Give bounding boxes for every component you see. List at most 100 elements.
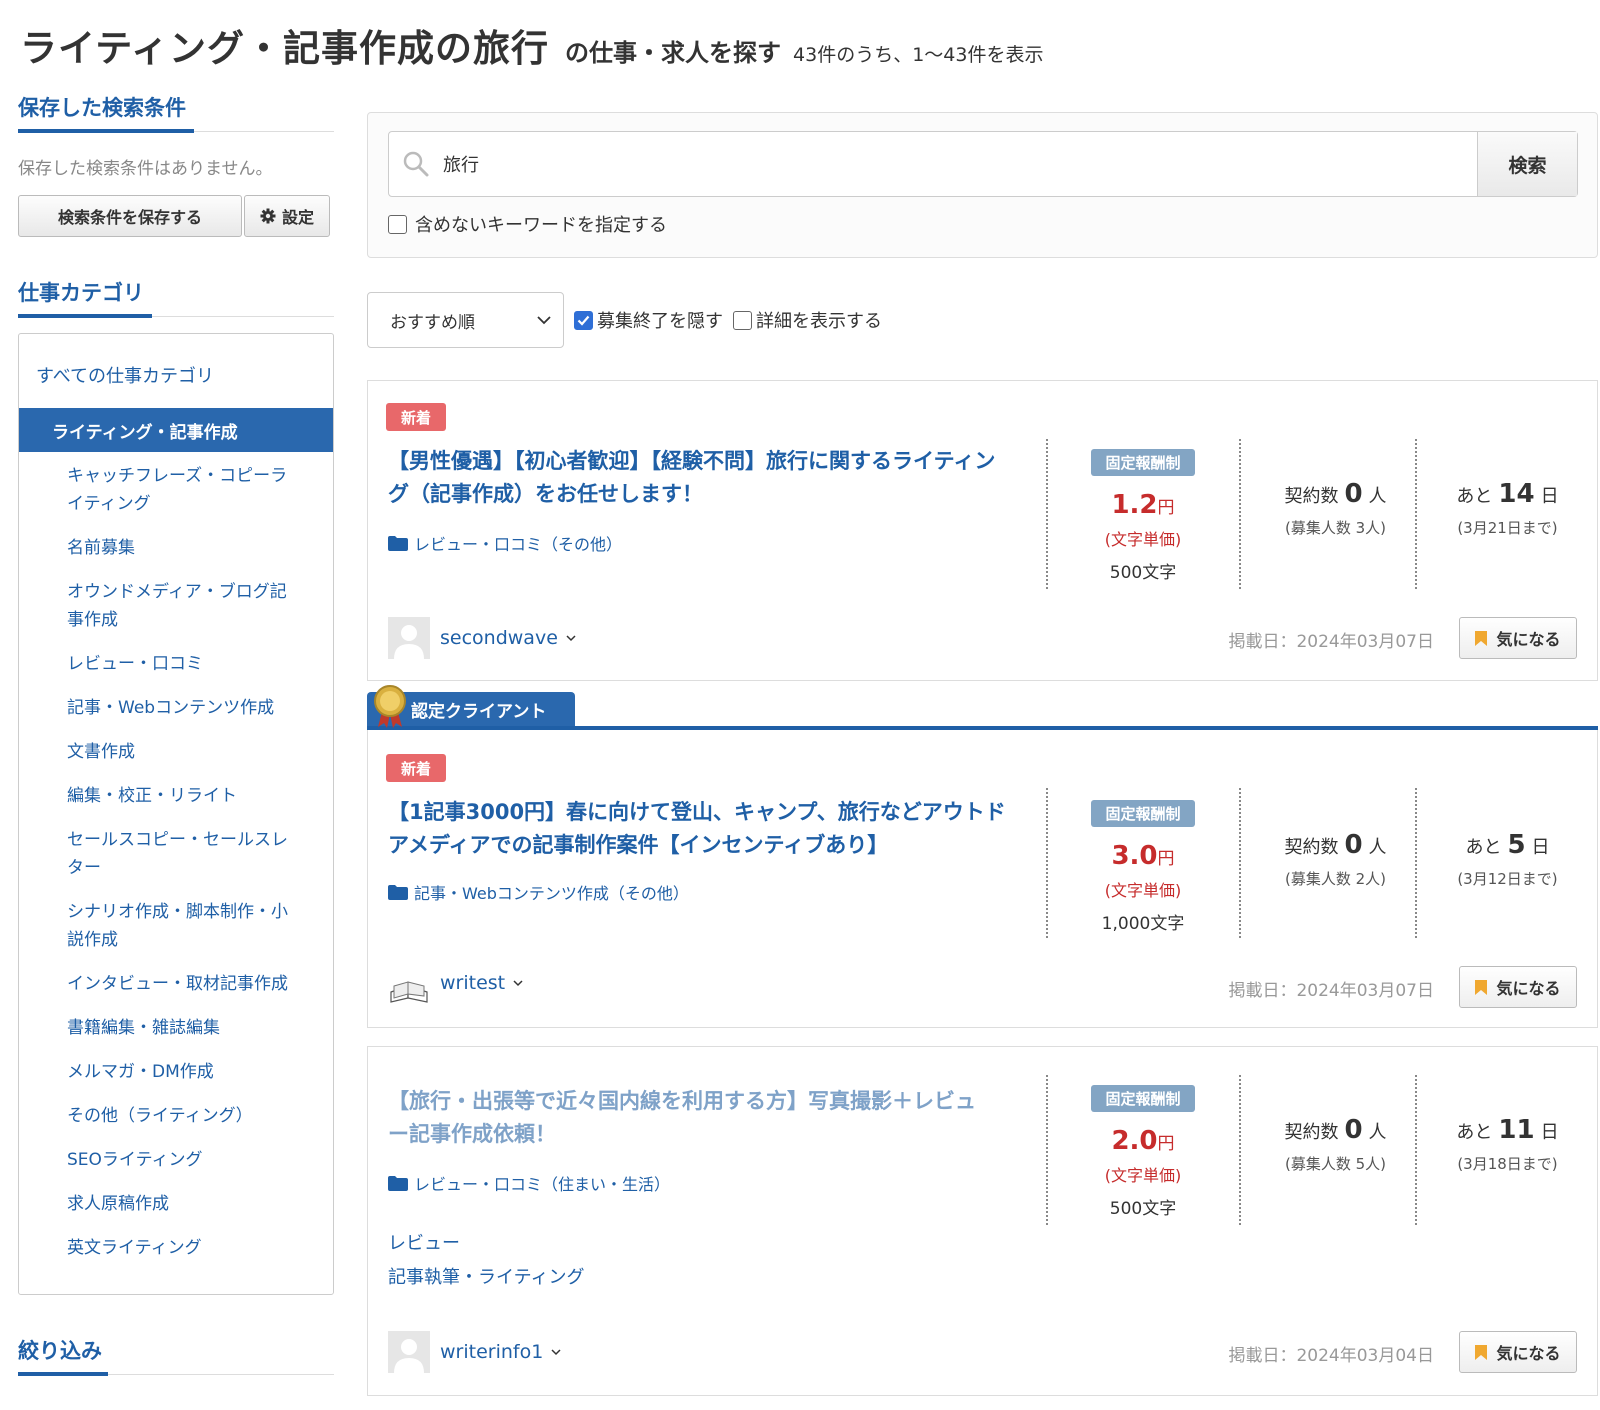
sidebar-subcategory-item[interactable]: オウンドメディア・ブログ記事作成 bbox=[67, 578, 303, 634]
sidebar-subcategory-item[interactable]: 書籍編集・雑誌編集 bbox=[67, 1014, 303, 1042]
pay-amount: 3.0円 bbox=[1048, 841, 1238, 871]
medal-icon bbox=[374, 685, 406, 728]
sidebar-subcategory-item[interactable]: 求人原稿作成 bbox=[67, 1190, 303, 1218]
sort-bar: おすすめ順 募集終了を隠す 詳細を表示する bbox=[367, 292, 882, 348]
sidebar-subcategory-item[interactable]: レビュー・口コミ bbox=[67, 650, 303, 678]
hide-closed-option[interactable]: 募集終了を隠す bbox=[574, 307, 723, 333]
hide-closed-checkbox[interactable] bbox=[574, 310, 593, 330]
chevron-down-icon[interactable] bbox=[551, 1348, 561, 1356]
remaining-line: あと 5 日 bbox=[1420, 830, 1595, 860]
remaining-prefix: あと bbox=[1465, 837, 1502, 858]
sidebar-subcategory-item[interactable]: その他（ライティング） bbox=[67, 1102, 303, 1130]
settings-button[interactable]: 設定 bbox=[244, 195, 330, 237]
sidebar-subcategory-item[interactable]: 記事・Webコンテンツ作成 bbox=[67, 694, 303, 722]
folder-icon bbox=[388, 1175, 408, 1191]
heading-underline bbox=[18, 129, 194, 133]
sort-select[interactable]: おすすめ順 bbox=[367, 292, 564, 348]
exclude-keyword-checkbox[interactable] bbox=[388, 214, 407, 234]
search-input[interactable] bbox=[443, 132, 1477, 196]
page-title: ライティング・記事作成の旅行 bbox=[20, 27, 550, 70]
pay-unit: 円 bbox=[1157, 1134, 1175, 1154]
job-tag[interactable]: レビュー bbox=[388, 1227, 585, 1261]
job-category[interactable]: レビュー・口コミ（住まい・生活） bbox=[388, 1171, 670, 1195]
saved-search-heading: 保存した検索条件 bbox=[18, 92, 334, 133]
contracts-prefix: 契約数 bbox=[1284, 1122, 1339, 1143]
job-category-label: 記事・Webコンテンツ作成（その他） bbox=[414, 884, 689, 903]
job-tag[interactable]: 記事執筆・ライティング bbox=[388, 1261, 585, 1295]
sidebar-subcategory-item[interactable]: キャッチフレーズ・コピーライティング bbox=[67, 462, 303, 518]
category-heading: 仕事カテゴリ bbox=[18, 277, 334, 318]
show-detail-checkbox[interactable] bbox=[733, 310, 752, 330]
contracts-unit: 人 bbox=[1368, 486, 1387, 507]
all-categories-link[interactable]: すべての仕事カテゴリ bbox=[19, 334, 333, 408]
client-info[interactable]: secondwave bbox=[388, 617, 576, 659]
chevron-down-icon[interactable] bbox=[513, 979, 523, 987]
result-count: 43件のうち、1〜43件を表示 bbox=[793, 44, 1044, 66]
selected-category[interactable]: ライティング・記事作成 bbox=[19, 408, 333, 452]
contracts-line: 契約数 0 人 bbox=[1248, 479, 1423, 509]
job-category[interactable]: 記事・Webコンテンツ作成（その他） bbox=[388, 880, 689, 904]
client-info[interactable]: writest bbox=[388, 962, 523, 1004]
book-avatar bbox=[390, 981, 428, 1003]
pay-chars: 500文字 bbox=[1109, 1199, 1177, 1219]
sidebar-subcategory-item[interactable]: メルマガ・DM作成 bbox=[67, 1058, 303, 1086]
remaining-column: あと 11 日 (3月18日まで) bbox=[1420, 1115, 1595, 1174]
contracts-column: 契約数 0 人 (募集人数 3人) bbox=[1248, 479, 1423, 538]
pay-column: 固定報酬制 1.2円 (文字単価) 500文字 bbox=[1048, 449, 1238, 583]
pay-chars: 1,000文字 bbox=[1101, 914, 1185, 934]
sidebar-subcategory-item[interactable]: 編集・校正・リライト bbox=[67, 782, 303, 810]
remaining-prefix: あと bbox=[1456, 486, 1493, 507]
job-category[interactable]: レビュー・口コミ（その他） bbox=[388, 531, 622, 555]
filter-heading-label: 絞り込み bbox=[18, 1339, 102, 1363]
settings-button-label: 設定 bbox=[281, 208, 314, 227]
search-button[interactable]: 検索 bbox=[1477, 132, 1577, 196]
recruit-count: (募集人数 2人) bbox=[1284, 870, 1387, 888]
deadline: (3月12日まで) bbox=[1457, 870, 1558, 888]
gear-icon bbox=[260, 208, 276, 224]
sidebar-subcategory-item[interactable]: 英文ライティング bbox=[67, 1234, 303, 1262]
favorite-button-label: 気になる bbox=[1496, 630, 1561, 649]
remaining-line: あと 14 日 bbox=[1420, 479, 1595, 509]
client-name[interactable]: writest bbox=[440, 972, 505, 994]
favorite-button[interactable]: 気になる bbox=[1459, 966, 1577, 1008]
contracts-column: 契約数 0 人 (募集人数 2人) bbox=[1248, 830, 1423, 889]
contracts-unit: 人 bbox=[1368, 1122, 1387, 1143]
subcategory-list: キャッチフレーズ・コピーライティング名前募集オウンドメディア・ブログ記事作成レビ… bbox=[19, 452, 333, 1262]
chevron-down-icon[interactable] bbox=[566, 634, 576, 642]
column-divider bbox=[1239, 788, 1241, 938]
save-search-button[interactable]: 検索条件を保存する bbox=[18, 195, 242, 237]
sidebar-subcategory-item[interactable]: セールスコピー・セールスレター bbox=[67, 826, 303, 882]
sidebar-subcategory-item[interactable]: 名前募集 bbox=[67, 534, 303, 562]
pay-amount: 2.0円 bbox=[1048, 1126, 1238, 1156]
pay-amount-value: 1.2 bbox=[1111, 490, 1158, 520]
sidebar-subcategory-item[interactable]: 文書作成 bbox=[67, 738, 303, 766]
client-name[interactable]: secondwave bbox=[440, 627, 558, 649]
contracts-value: 0 bbox=[1344, 479, 1363, 509]
sidebar-subcategory-item[interactable]: シナリオ作成・脚本制作・小説作成 bbox=[67, 898, 303, 954]
exclude-keyword-option[interactable]: 含めないキーワードを指定する bbox=[388, 211, 667, 237]
sidebar-subcategory-item[interactable]: インタビュー・取材記事作成 bbox=[67, 970, 303, 998]
pay-amount-value: 2.0 bbox=[1111, 1126, 1158, 1156]
favorite-button[interactable]: 気になる bbox=[1459, 1331, 1577, 1373]
contracts-column: 契約数 0 人 (募集人数 5人) bbox=[1248, 1115, 1423, 1174]
favorite-button-label: 気になる bbox=[1496, 1344, 1561, 1363]
favorite-button[interactable]: 気になる bbox=[1459, 617, 1577, 659]
job-title-link[interactable]: 【男性優遇】【初心者歓迎】【経験不問】旅行に関するライティング（記事作成）をお任… bbox=[388, 445, 998, 511]
remaining-line: あと 11 日 bbox=[1420, 1115, 1595, 1145]
remaining-days: 11 bbox=[1498, 1115, 1535, 1145]
pay-note: (文字単価) bbox=[1104, 1166, 1182, 1185]
contracts-prefix: 契約数 bbox=[1284, 486, 1339, 507]
remaining-column: あと 14 日 (3月21日まで) bbox=[1420, 479, 1595, 538]
recruit-count: (募集人数 3人) bbox=[1284, 519, 1387, 537]
client-name[interactable]: writerinfo1 bbox=[440, 1341, 543, 1363]
show-detail-option[interactable]: 詳細を表示する bbox=[733, 307, 882, 333]
sort-selected-value: おすすめ順 bbox=[390, 312, 475, 333]
job-title-link[interactable]: 【旅行・出張等で近々国内線を利用する方】写真撮影＋レビュー記事作成依頼！ bbox=[388, 1085, 978, 1151]
remaining-column: あと 5 日 (3月12日まで) bbox=[1420, 830, 1595, 889]
saved-search-heading-label: 保存した検索条件 bbox=[18, 96, 186, 120]
client-info[interactable]: writerinfo1 bbox=[388, 1331, 561, 1373]
category-list-box: すべての仕事カテゴリ ライティング・記事作成 キャッチフレーズ・コピーライティン… bbox=[18, 333, 334, 1295]
filter-heading: 絞り込み bbox=[18, 1335, 334, 1376]
job-title-link[interactable]: 【1記事3000円】春に向けて登山、キャンプ、旅行などアウトドアメディアでの記事… bbox=[388, 796, 1018, 862]
sidebar-subcategory-item[interactable]: SEOライティング bbox=[67, 1146, 303, 1174]
